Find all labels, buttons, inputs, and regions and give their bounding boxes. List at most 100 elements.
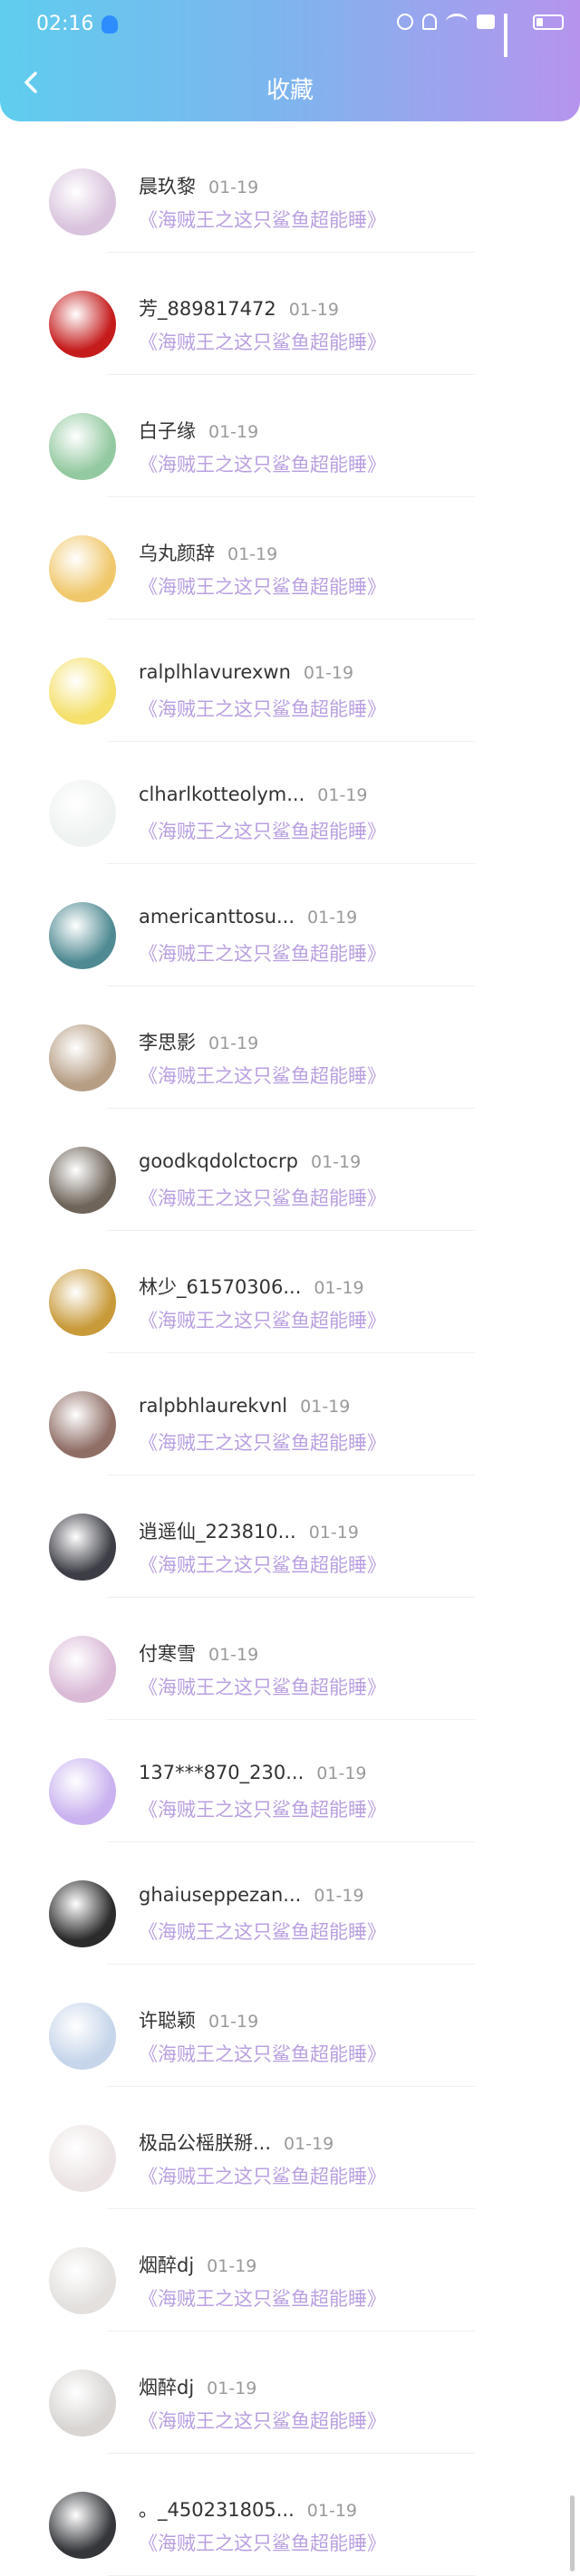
user-name-text: 极品公榣朕掰... — [139, 2132, 272, 2154]
avatar[interactable] — [49, 658, 116, 725]
favorite-date: 01-19 — [208, 1033, 259, 1053]
avatar[interactable] — [49, 2369, 116, 2437]
avatar[interactable] — [49, 1024, 116, 1091]
list-item[interactable]: 137***870_230... 01-19 《海贼王之这只鲨鱼超能睡》 — [0, 1711, 580, 1842]
list-item[interactable]: ralplhlavurexwn 01-19 《海贼王之这只鲨鱼超能睡》 — [0, 610, 580, 742]
work-title-link[interactable]: 《海贼王之这只鲨鱼超能睡》 — [139, 450, 386, 477]
avatar[interactable] — [49, 1391, 116, 1458]
favorite-date: 01-19 — [314, 1278, 364, 1298]
user-name-text: 乌丸颜辞 — [139, 543, 215, 564]
user-name-text: ralpbhlaurekvnl — [139, 1395, 288, 1417]
work-title-link[interactable]: 《海贼王之这只鲨鱼超能睡》 — [139, 939, 386, 966]
user-name: 逍遥仙_223810... 01-19 — [139, 1517, 359, 1544]
user-name-text: 林少_61570306... — [139, 1276, 302, 1298]
list-item[interactable]: 付寒雪 01-19 《海贼王之这只鲨鱼超能睡》 — [0, 1589, 580, 1720]
list-item[interactable]: ghaiuseppezan... 01-19 《海贼王之这只鲨鱼超能睡》 — [0, 1833, 580, 1965]
user-name-text: 烟醉dj — [139, 2377, 195, 2398]
favorite-date: 01-19 — [208, 178, 259, 197]
avatar[interactable] — [49, 2003, 116, 2070]
list-item[interactable]: clharlkotteolym... 01-19 《海贼王之这只鲨鱼超能睡》 — [0, 733, 580, 864]
list-item[interactable]: 晨玖黎 01-19 《海贼王之这只鲨鱼超能睡》 — [0, 121, 580, 253]
list-item[interactable]: 烟醉dj 01-19 《海贼王之这只鲨鱼超能睡》 — [0, 2200, 580, 2331]
favorite-date: 01-19 — [314, 1886, 364, 1906]
scrollbar[interactable] — [570, 2495, 575, 2571]
user-name-text: 逍遥仙_223810... — [139, 1521, 296, 1543]
list-item[interactable]: 李思影 01-19 《海贼王之这只鲨鱼超能睡》 — [0, 977, 580, 1109]
alarm-icon — [397, 14, 413, 30]
list-item[interactable]: 乌丸颜辞 01-19 《海贼王之这只鲨鱼超能睡》 — [0, 488, 580, 620]
work-title-link[interactable]: 《海贼王之这只鲨鱼超能睡》 — [139, 1551, 386, 1578]
work-title-link[interactable]: 《海贼王之这只鲨鱼超能睡》 — [139, 817, 386, 844]
favorite-date: 01-19 — [227, 544, 278, 564]
work-title-link[interactable]: 《海贼王之这只鲨鱼超能睡》 — [139, 206, 386, 233]
user-name-text: 李思影 — [139, 1032, 196, 1053]
list-item[interactable]: 许聪颖 01-19 《海贼王之这只鲨鱼超能睡》 — [0, 1956, 580, 2087]
user-name: ghaiuseppezan... 01-19 — [139, 1884, 364, 1906]
qq-icon — [102, 15, 118, 34]
user-name: 。_450231805... 01-19 — [139, 2495, 357, 2523]
work-title-link[interactable]: 《海贼王之这只鲨鱼超能睡》 — [139, 1673, 386, 1700]
user-name: 李思影 01-19 — [139, 1028, 258, 1055]
work-title-link[interactable]: 《海贼王之这只鲨鱼超能睡》 — [139, 1062, 386, 1089]
favorite-date: 01-19 — [303, 663, 354, 683]
list-item[interactable]: 芳_889817472 01-19 《海贼王之这只鲨鱼超能睡》 — [0, 244, 580, 375]
user-name: 极品公榣朕掰... 01-19 — [139, 2129, 334, 2156]
list-item[interactable]: americanttosu... 01-19 《海贼王之这只鲨鱼超能睡》 — [0, 855, 580, 986]
avatar[interactable] — [49, 1269, 116, 1336]
user-name: 乌丸颜辞 01-19 — [139, 539, 277, 566]
list-item[interactable]: 白子缘 01-19 《海贼王之这只鲨鱼超能睡》 — [0, 366, 580, 497]
list-item[interactable]: 极品公榣朕掰... 01-19 《海贼王之这只鲨鱼超能睡》 — [0, 2078, 580, 2209]
avatar[interactable] — [49, 780, 116, 847]
avatar[interactable] — [49, 2492, 116, 2559]
work-title-link[interactable]: 《海贼王之这只鲨鱼超能睡》 — [139, 2162, 386, 2189]
favorite-date: 01-19 — [308, 1523, 359, 1543]
work-title-link[interactable]: 《海贼王之这只鲨鱼超能睡》 — [139, 695, 386, 722]
avatar[interactable] — [49, 291, 116, 358]
work-title-link[interactable]: 《海贼王之这只鲨鱼超能睡》 — [139, 2040, 386, 2067]
battery-icon — [533, 14, 564, 30]
user-name-text: 付寒雪 — [139, 1643, 196, 1665]
work-title-link[interactable]: 《海贼王之这只鲨鱼超能睡》 — [139, 1795, 386, 1822]
list-item[interactable]: ralpbhlaurekvnl 01-19 《海贼王之这只鲨鱼超能睡》 — [0, 1344, 580, 1475]
work-title-link[interactable]: 《海贼王之这只鲨鱼超能睡》 — [139, 2284, 386, 2312]
avatar[interactable] — [49, 1880, 116, 1947]
status-time: 02:16 — [36, 13, 94, 35]
user-name: 烟醉dj 01-19 — [139, 2373, 256, 2400]
signal-icon — [504, 14, 524, 57]
list-item[interactable]: 林少_61570306... 01-19 《海贼王之这只鲨鱼超能睡》 — [0, 1222, 580, 1353]
work-title-link[interactable]: 《海贼王之这只鲨鱼超能睡》 — [139, 328, 386, 355]
status-icons — [397, 14, 564, 57]
list-item[interactable]: 。_450231805... 01-19 《海贼王之这只鲨鱼超能睡》 — [0, 2445, 580, 2576]
avatar[interactable] — [49, 168, 116, 235]
work-title-link[interactable]: 《海贼王之这只鲨鱼超能睡》 — [139, 572, 386, 600]
user-name-text: 137***870_230... — [139, 1762, 304, 1783]
work-title-link[interactable]: 《海贼王之这只鲨鱼超能睡》 — [139, 2529, 386, 2556]
mute-bell-icon — [422, 14, 437, 30]
avatar[interactable] — [49, 1514, 116, 1581]
work-title-link[interactable]: 《海贼王之这只鲨鱼超能睡》 — [139, 1184, 386, 1211]
avatar[interactable] — [49, 1147, 116, 1214]
work-title-link[interactable]: 《海贼王之这只鲨鱼超能睡》 — [139, 1306, 386, 1333]
avatar[interactable] — [49, 1636, 116, 1703]
header-bar: 02:16 收藏 — [0, 0, 580, 121]
work-title-link[interactable]: 《海贼王之这只鲨鱼超能睡》 — [139, 1918, 386, 1945]
avatar[interactable] — [49, 413, 116, 480]
user-name: 许聪颖 01-19 — [139, 2006, 258, 2033]
avatar[interactable] — [49, 2247, 116, 2314]
avatar[interactable] — [49, 1758, 116, 1825]
list-item[interactable]: 逍遥仙_223810... 01-19 《海贼王之这只鲨鱼超能睡》 — [0, 1466, 580, 1598]
favorite-date: 01-19 — [208, 422, 259, 442]
user-name: ralplhlavurexwn 01-19 — [139, 661, 353, 683]
user-name-text: 烟醉dj — [139, 2254, 195, 2276]
favorite-date: 01-19 — [207, 2379, 257, 2398]
user-name: 芳_889817472 01-19 — [139, 294, 339, 322]
avatar[interactable] — [49, 535, 116, 602]
list-item[interactable]: goodkqdolctocrp 01-19 《海贼王之这只鲨鱼超能睡》 — [0, 1100, 580, 1231]
avatar[interactable] — [49, 2125, 116, 2192]
avatar[interactable] — [49, 902, 116, 969]
work-title-link[interactable]: 《海贼王之这只鲨鱼超能睡》 — [139, 1428, 386, 1456]
wifi-icon — [446, 14, 468, 30]
list-item[interactable]: 烟醉dj 01-19 《海贼王之这只鲨鱼超能睡》 — [0, 2322, 580, 2454]
favorite-date: 01-19 — [316, 1764, 367, 1783]
work-title-link[interactable]: 《海贼王之这只鲨鱼超能睡》 — [139, 2407, 386, 2434]
